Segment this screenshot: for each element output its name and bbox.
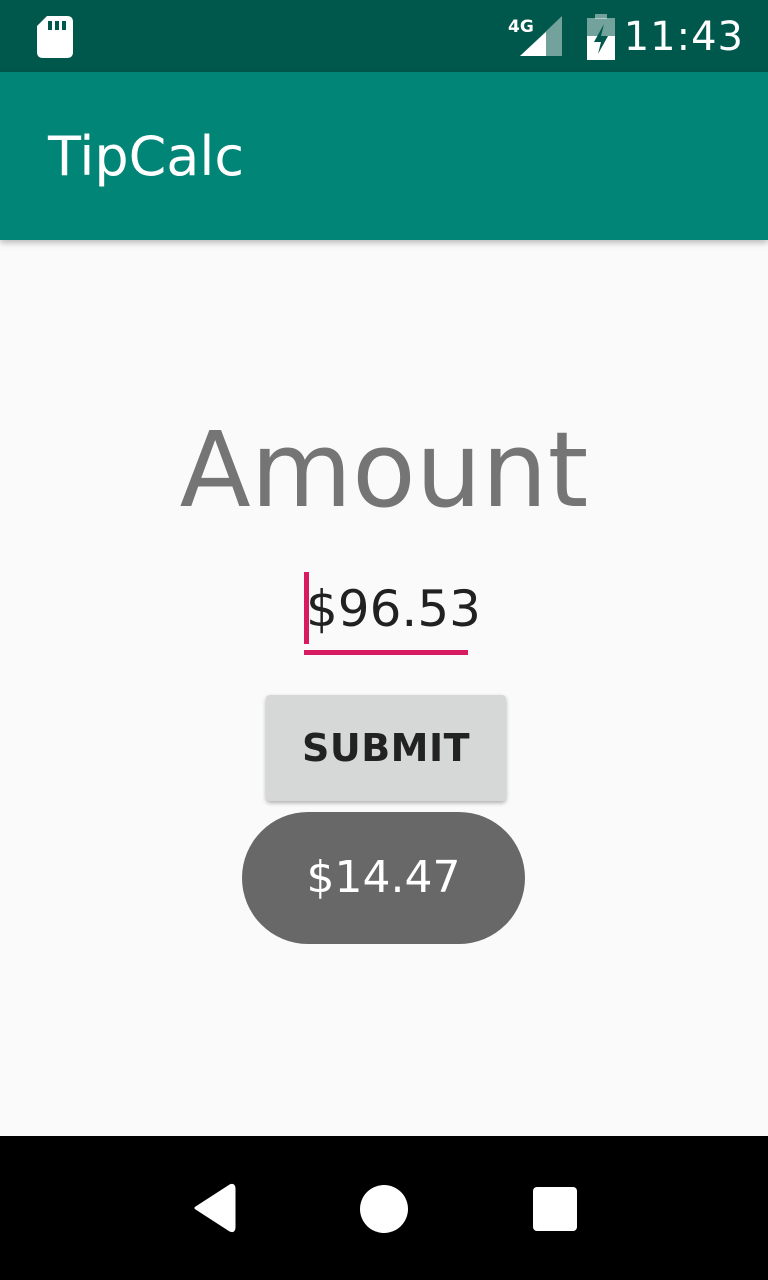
tip-result-badge: $14.47 <box>242 812 525 944</box>
status-bar: 4G 11:43 <box>0 0 768 72</box>
app-title: TipCalc <box>48 125 245 188</box>
sd-card-icon <box>37 16 73 58</box>
back-icon[interactable] <box>190 1182 238 1234</box>
amount-input-underline <box>304 650 468 655</box>
app-bar: TipCalc <box>0 72 768 240</box>
amount-input[interactable]: $96.53 <box>304 572 481 658</box>
amount-input-value[interactable]: $96.53 <box>306 576 481 642</box>
recents-icon[interactable] <box>531 1186 579 1232</box>
network-type-label: 4G <box>508 17 534 37</box>
amount-label: Amount <box>179 409 589 531</box>
signal-icon: 4G <box>508 16 562 56</box>
navigation-bar <box>0 1136 768 1280</box>
battery-icon <box>587 14 615 60</box>
home-icon[interactable] <box>359 1184 409 1234</box>
main-content: Amount $96.53 SUBMIT $14.47 <box>0 240 768 1136</box>
status-clock: 11:43 <box>623 14 744 60</box>
submit-button[interactable]: SUBMIT <box>266 695 506 801</box>
